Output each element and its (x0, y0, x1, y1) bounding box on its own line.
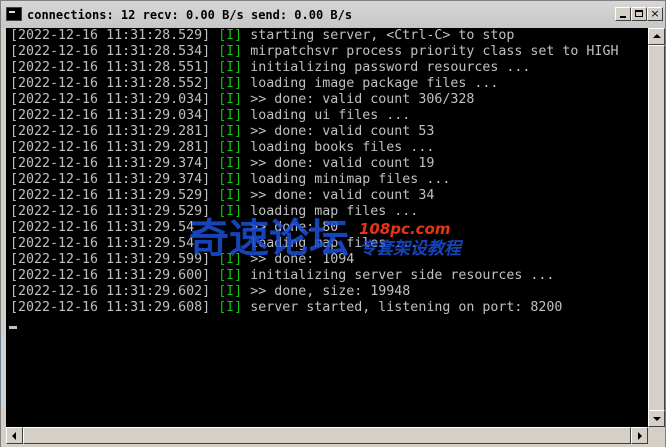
log-line: [2022-12-16 11:31:29.54 >> done: 80 (10, 220, 338, 236)
log-message: initializing server side resources ... (250, 268, 555, 283)
log-line: [2022-12-16 11:31:29.54 loading map file… (10, 236, 418, 252)
log-timestamp: [2022-12-16 11:31:28.552] (10, 76, 211, 91)
log-message: mirpatchsvr process priority class set t… (250, 44, 619, 59)
log-message: >> done: 80 (210, 220, 339, 235)
log-line: [2022-12-16 11:31:29.529] [I] loading ma… (10, 204, 418, 220)
log-line: [2022-12-16 11:31:29.034] [I] >> done: v… (10, 92, 474, 108)
log-line: [2022-12-16 11:31:29.374] [I] >> done: v… (10, 156, 434, 172)
log-timestamp: [2022-12-16 11:31:29.281] (10, 124, 211, 139)
log-line: [2022-12-16 11:31:29.608] [I] server sta… (10, 300, 562, 316)
log-timestamp: [2022-12-16 11:31:29.54 (10, 220, 195, 235)
log-message: loading ui files ... (250, 108, 411, 123)
minimize-icon (620, 16, 626, 18)
log-message: >> done: valid count 53 (250, 124, 435, 139)
close-button[interactable]: × (647, 7, 663, 21)
log-timestamp: [2022-12-16 11:31:29.374] (10, 172, 211, 187)
log-line: [2022-12-16 11:31:29.600] [I] initializi… (10, 268, 554, 284)
log-level: [I] (218, 204, 243, 219)
log-level: [I] (218, 140, 243, 155)
log-message: loading image package files ... (250, 76, 499, 91)
scroll-down-button[interactable] (648, 410, 665, 427)
console-icon[interactable] (6, 7, 22, 21)
console-output[interactable]: [2022-12-16 11:31:28.529] [I] starting s… (6, 28, 648, 427)
log-level: [I] (218, 284, 243, 299)
log-message: loading map files ... (250, 204, 419, 219)
log-level: [I] (218, 172, 243, 187)
log-timestamp: [2022-12-16 11:31:29.599] (10, 252, 211, 267)
arrow-up-icon (653, 34, 661, 38)
log-level: [I] (218, 252, 243, 267)
minimize-button[interactable] (615, 7, 631, 21)
log-message: loading books files ... (250, 140, 435, 155)
log-timestamp: [2022-12-16 11:31:29.529] (10, 204, 211, 219)
log-level: [I] (218, 28, 243, 43)
log-level: [I] (218, 108, 243, 123)
horizontal-scroll-thumb[interactable] (23, 427, 631, 444)
log-message: >> done: valid count 19 (250, 156, 435, 171)
log-line: [2022-12-16 11:31:29.599] [I] >> done: 1… (10, 252, 354, 268)
log-level: [I] (218, 44, 243, 59)
log-line: [2022-12-16 11:31:28.552] [I] loading im… (10, 76, 498, 92)
log-timestamp: [2022-12-16 11:31:29.374] (10, 156, 211, 171)
log-message: initializing password resources ... (250, 60, 531, 75)
log-timestamp: [2022-12-16 11:31:29.600] (10, 268, 211, 283)
log-level: [I] (218, 156, 243, 171)
log-level: [I] (218, 124, 243, 139)
arrow-right-icon (638, 432, 642, 440)
log-line: [2022-12-16 11:31:29.281] [I] loading bo… (10, 140, 434, 156)
text-cursor (9, 326, 17, 329)
maximize-icon (635, 10, 643, 17)
log-message: >> done: 1094 (250, 252, 355, 267)
arrow-down-icon (653, 417, 661, 421)
log-timestamp: [2022-12-16 11:31:29.602] (10, 284, 211, 299)
log-message: server started, listening on port: 8200 (250, 300, 563, 315)
log-line: [2022-12-16 11:31:28.551] [I] initializi… (10, 60, 530, 76)
vertical-scrollbar[interactable] (648, 28, 665, 427)
horizontal-scrollbar[interactable] (6, 427, 648, 444)
log-level: [I] (218, 188, 243, 203)
log-timestamp: [2022-12-16 11:31:28.529] (10, 28, 211, 43)
log-message: >> done: valid count 306/328 (250, 92, 475, 107)
scroll-left-button[interactable] (6, 427, 23, 444)
log-line: [2022-12-16 11:31:28.529] [I] starting s… (10, 28, 514, 44)
log-timestamp: [2022-12-16 11:31:29.281] (10, 140, 211, 155)
log-message: >> done: valid count 34 (250, 188, 435, 203)
log-level: [I] (218, 268, 243, 283)
log-timestamp: [2022-12-16 11:31:29.608] (10, 300, 211, 315)
arrow-left-icon (12, 432, 16, 440)
log-timestamp: [2022-12-16 11:31:29.529] (10, 188, 211, 203)
log-line: [2022-12-16 11:31:29.602] [I] >> done, s… (10, 284, 410, 300)
window-title: connections: 12 recv: 0.00 B/s send: 0.0… (27, 8, 353, 22)
maximize-button[interactable] (631, 7, 647, 21)
close-icon: × (650, 7, 660, 20)
log-message: starting server, <Ctrl-C> to stop (250, 28, 515, 43)
log-message: >> done, size: 19948 (250, 284, 411, 299)
vertical-scroll-thumb[interactable] (648, 45, 665, 412)
size-grip[interactable] (648, 427, 665, 444)
log-timestamp: [2022-12-16 11:31:28.551] (10, 60, 211, 75)
log-level: [I] (218, 300, 243, 315)
log-timestamp: [2022-12-16 11:31:29.034] (10, 108, 211, 123)
log-level: [I] (218, 60, 243, 75)
scroll-right-button[interactable] (631, 427, 648, 444)
console-window: connections: 12 recv: 0.00 B/s send: 0.0… (0, 0, 666, 447)
scroll-up-button[interactable] (648, 28, 665, 45)
log-timestamp: [2022-12-16 11:31:29.034] (10, 92, 211, 107)
log-message: loading map files ... (210, 236, 419, 251)
log-level: [I] (218, 92, 243, 107)
log-line: [2022-12-16 11:31:29.374] [I] loading mi… (10, 172, 450, 188)
log-line: [2022-12-16 11:31:28.534] [I] mirpatchsv… (10, 44, 618, 60)
log-line: [2022-12-16 11:31:29.529] [I] >> done: v… (10, 188, 434, 204)
log-level: [I] (218, 76, 243, 91)
log-timestamp: [2022-12-16 11:31:29.54 (10, 236, 195, 251)
log-line: [2022-12-16 11:31:29.281] [I] >> done: v… (10, 124, 434, 140)
log-line: [2022-12-16 11:31:29.034] [I] loading ui… (10, 108, 410, 124)
log-message: loading minimap files ... (250, 172, 451, 187)
title-bar[interactable]: connections: 12 recv: 0.00 B/s send: 0.0… (1, 1, 665, 29)
log-timestamp: [2022-12-16 11:31:28.534] (10, 44, 211, 59)
